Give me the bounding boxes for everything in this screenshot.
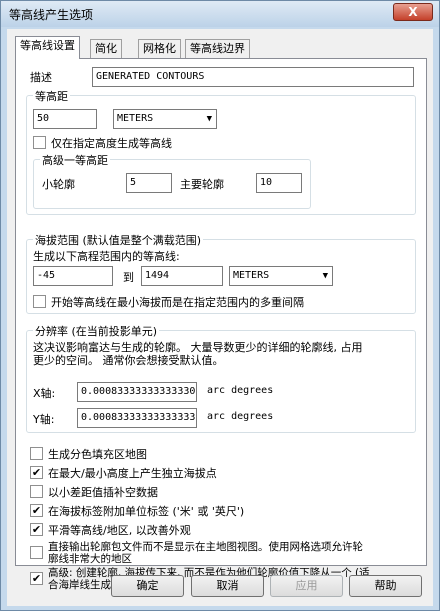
major-interval-group: 高级一等高距 小轮廓 5 主要轮廓 10: [33, 152, 311, 209]
chevron-down-icon: ▼: [322, 271, 328, 281]
chevron-down-icon: ▼: [206, 114, 212, 124]
tab-simplify[interactable]: 简化: [90, 39, 122, 58]
elevation-range-legend: 海拔范围 (默认值是整个满载范围): [33, 232, 204, 248]
elevation-range-group: 海拔范围 (默认值是整个满载范围) 生成以下高程范围内的等高线: -45 到 1…: [26, 232, 416, 314]
resolution-group: 分辨率 (在当前投影单元) 这决议影响富达与生成的轮廓。 大量导数更少的详细的轮…: [26, 323, 416, 433]
interval-input[interactable]: 50: [33, 109, 97, 129]
elevation-range-hint: 生成以下高程范围内的等高线:: [33, 250, 180, 263]
x-resolution-input[interactable]: 0.000833333333333305: [77, 382, 197, 402]
x-axis-label: X轴:: [33, 387, 56, 400]
start-at-min-checkbox[interactable]: [33, 295, 46, 308]
dialog-client: 等高线设置 简化 网格化 等高线边界 描述 GENERATED CONTOURS…: [7, 29, 433, 606]
major-interval-legend: 高级一等高距: [40, 152, 110, 168]
cancel-button[interactable]: 取消: [191, 575, 264, 597]
elevation-units-value: METERS: [233, 270, 270, 281]
spot-elevation-label: 在最大/最小高度上产生独立海拔点: [48, 467, 217, 480]
major-contour-label: 主要轮廓: [180, 178, 224, 191]
title-bar[interactable]: 等高线产生选项 X: [1, 1, 439, 27]
filled-color-map-checkbox[interactable]: [30, 447, 43, 460]
resolution-description-line2: 更少的空间。 通常你会想接受默认值。: [33, 354, 224, 367]
smooth-contours-label: 平滑等高线/地区, 以改善外观: [48, 524, 191, 537]
tab-gridding[interactable]: 网格化: [138, 39, 181, 58]
advanced-contours-checkbox[interactable]: ✔: [30, 572, 43, 585]
minor-contour-input[interactable]: 5: [126, 173, 172, 193]
apply-button[interactable]: 应用: [270, 575, 343, 597]
ok-button[interactable]: 确定: [111, 575, 184, 597]
elevation-to-input[interactable]: 1494: [141, 266, 223, 286]
window-title: 等高线产生选项: [9, 8, 94, 22]
unit-labels-label: 在海拔标签附加单位标签 ('米' 或 '英尺'): [48, 505, 245, 518]
filled-color-map-label: 生成分色填充区地图: [48, 448, 147, 461]
start-at-min-label: 开始等高线在最小海拔而是在指定范围内的多重间隔: [51, 296, 304, 309]
interpolate-gaps-checkbox[interactable]: [30, 485, 43, 498]
elevation-units-select[interactable]: METERS ▼: [229, 266, 333, 286]
y-axis-label: Y轴:: [33, 413, 55, 426]
y-unit-label: arc degrees: [207, 411, 274, 422]
smooth-contours-checkbox[interactable]: ✔: [30, 523, 43, 536]
only-specified-checkbox[interactable]: [33, 136, 46, 149]
spot-elevation-checkbox[interactable]: ✔: [30, 466, 43, 479]
tab-contour-bounds[interactable]: 等高线边界: [185, 39, 250, 58]
interval-group: 等高距 50 METERS ▼ 仅在指定高度生成等高线 高级一等高距 小轮廓 5…: [26, 88, 416, 215]
unit-labels-checkbox[interactable]: ✔: [30, 504, 43, 517]
y-resolution-input[interactable]: 0.000833333333333338: [77, 408, 197, 428]
export-directly-label-line2: 廓线非常大的地区: [48, 553, 132, 565]
interval-legend: 等高距: [33, 88, 70, 104]
export-directly-checkbox[interactable]: [30, 546, 43, 559]
description-label: 描述: [30, 71, 52, 84]
only-specified-label: 仅在指定高度生成等高线: [51, 137, 172, 150]
close-button[interactable]: X: [393, 3, 433, 21]
resolution-legend: 分辨率 (在当前投影单元): [33, 323, 160, 339]
tab-contour-settings[interactable]: 等高线设置: [15, 36, 80, 59]
x-unit-label: arc degrees: [207, 385, 274, 396]
elevation-from-input[interactable]: -45: [33, 266, 113, 286]
elevation-to-label: 到: [123, 271, 134, 284]
contour-settings-panel: 描述 GENERATED CONTOURS 等高距 50 METERS ▼ 仅在…: [15, 58, 427, 591]
help-button[interactable]: 帮助: [349, 575, 422, 597]
major-contour-input[interactable]: 10: [256, 173, 302, 193]
interpolate-gaps-label: 以小差距值插补空数据: [48, 486, 158, 499]
advanced-contours-label-line2: 合海岸线生成): [48, 579, 116, 591]
description-input[interactable]: GENERATED CONTOURS: [92, 67, 414, 87]
interval-units-value: METERS: [117, 113, 154, 124]
dialog-window: 等高线产生选项 X 等高线设置 简化 网格化 等高线边界 描述 GENERATE…: [0, 0, 440, 611]
interval-units-select[interactable]: METERS ▼: [113, 109, 217, 129]
minor-contour-label: 小轮廓: [42, 178, 75, 191]
